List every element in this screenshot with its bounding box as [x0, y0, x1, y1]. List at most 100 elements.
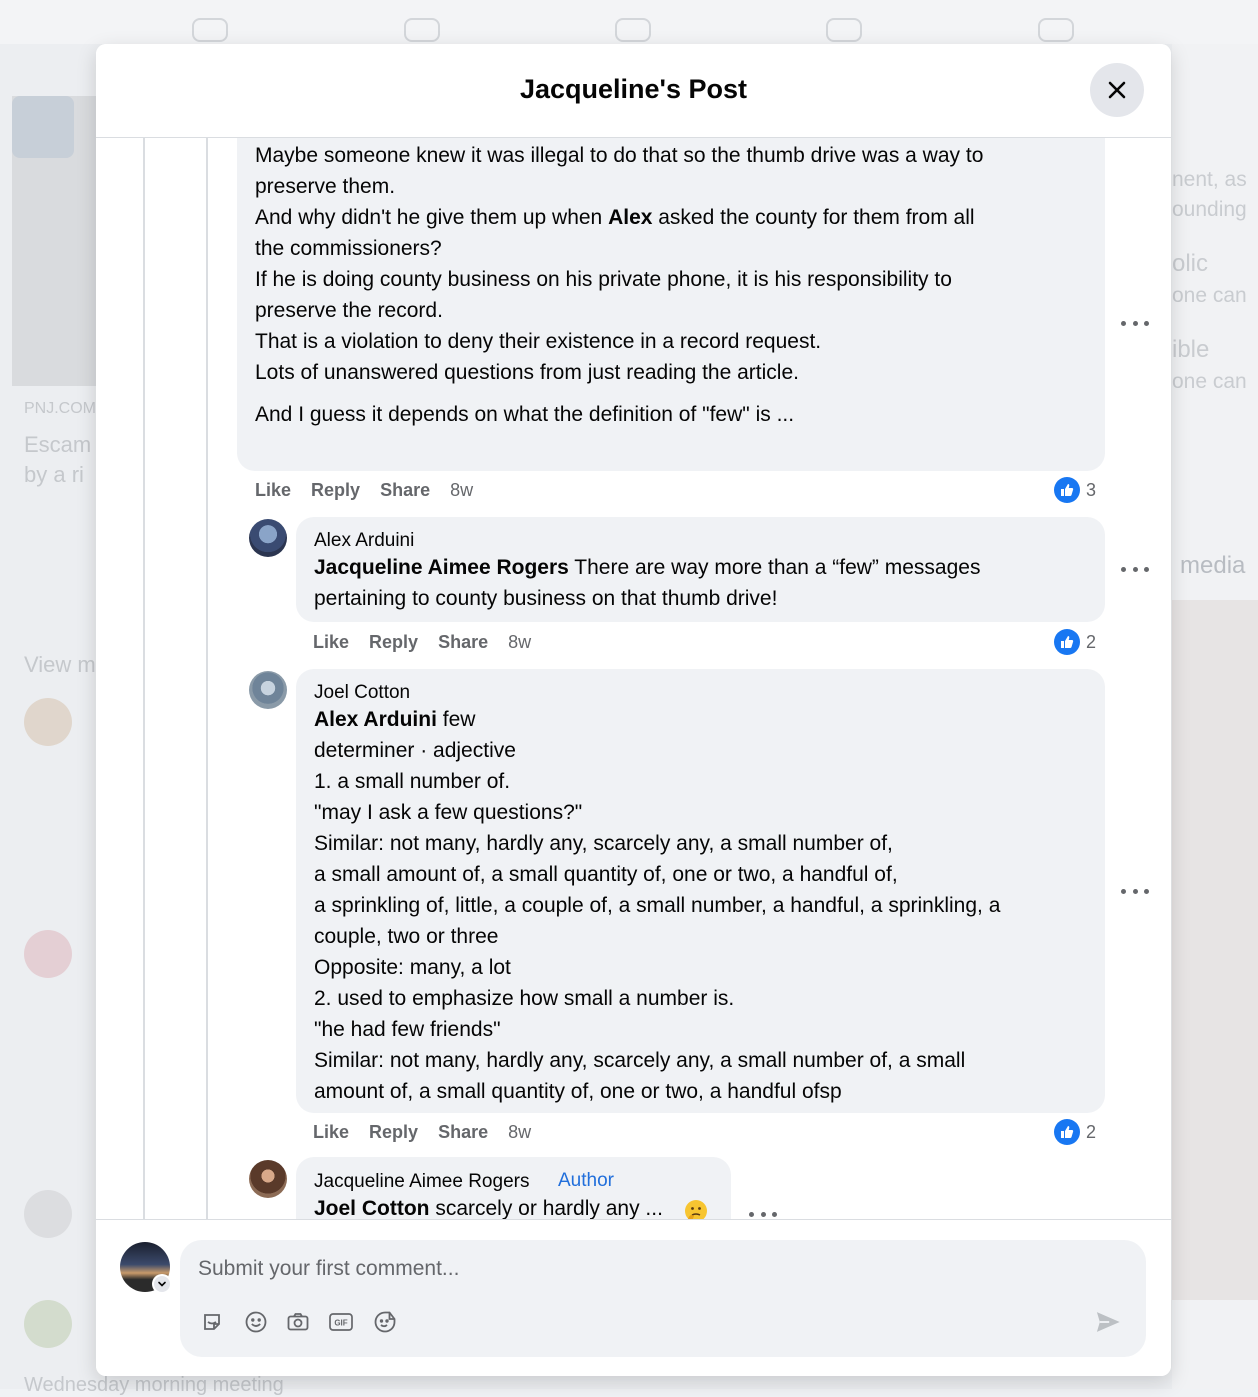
comment-text-line: 2. used to emphasize how small a number … [314, 987, 735, 1010]
comment-author[interactable]: Joel Cotton [314, 682, 410, 704]
background-text: PNJ.COM [24, 400, 96, 417]
comment-bubble: Alex Arduini Jacqueline Aimee Rogers The… [296, 517, 1105, 622]
comment-bubble: Jacqueline Aimee Rogers Author Joel Cott… [296, 1157, 731, 1219]
timestamp[interactable]: 8w [508, 1122, 531, 1143]
like-reaction-icon [1054, 1119, 1080, 1145]
timestamp[interactable]: 8w [508, 632, 531, 653]
more-options-icon[interactable] [749, 1208, 777, 1219]
comment-text-line: Joel Cotton scarcely or hardly any ... [314, 1197, 663, 1219]
gaming-icon[interactable] [1038, 18, 1074, 42]
mentioned-name[interactable]: Alex Arduini [314, 708, 437, 731]
reply-action[interactable]: Reply [311, 480, 360, 501]
comment-author[interactable]: Alex Arduini [314, 530, 414, 552]
camera-icon[interactable] [284, 1308, 312, 1336]
comment-text-line: amount of, a small quantity of, one or t… [314, 1080, 842, 1103]
comment-text-line: a sprinkling of, little, a couple of, a … [314, 894, 1001, 917]
background-text: View m [24, 652, 96, 677]
comment-text-line: a small amount of, a small quantity of, … [314, 863, 898, 886]
comment-text-line: Maybe someone knew it was illegal to do … [255, 144, 984, 167]
reaction-count[interactable]: 3 [1054, 477, 1096, 503]
mentioned-name[interactable]: Joel Cotton [314, 1197, 430, 1219]
comment-composer: GIF [96, 1219, 1171, 1376]
background-image [1172, 600, 1258, 1300]
reply-action[interactable]: Reply [369, 632, 418, 653]
mentioned-name[interactable]: Alex [608, 206, 652, 229]
reaction-count[interactable]: 2 [1054, 629, 1096, 655]
reaction-number: 3 [1086, 479, 1097, 500]
background-text: Escam [24, 432, 92, 457]
background-text: ible [1172, 336, 1210, 363]
like-action[interactable]: Like [313, 632, 349, 653]
gif-icon[interactable]: GIF [327, 1308, 355, 1336]
background-text: ounding [1172, 198, 1247, 221]
comment-text-line: Lots of unanswered questions from just r… [255, 361, 799, 384]
more-options-icon[interactable] [1121, 563, 1149, 575]
comment-text-line: pertaining to county business on that th… [314, 587, 778, 610]
comment-text-line: the commissioners? [255, 237, 442, 260]
like-reaction-icon [1054, 477, 1080, 503]
composer-box: GIF [180, 1240, 1146, 1357]
svg-text:GIF: GIF [334, 1319, 347, 1328]
background-text: nent, as [1172, 168, 1247, 191]
avatar[interactable] [249, 519, 287, 557]
timestamp[interactable]: 8w [450, 480, 473, 501]
account-switch-badge[interactable] [152, 1274, 172, 1294]
comment-actions: Like Reply Share 8w [313, 1122, 551, 1143]
avatar-sticker-icon[interactable] [371, 1308, 399, 1336]
comment-actions: Like Reply Share 8w [255, 480, 493, 501]
sticker-icon[interactable] [198, 1308, 226, 1336]
comment-text-line: If he is doing county business on his pr… [255, 268, 952, 291]
comment-input[interactable] [196, 1250, 1080, 1288]
comment-text-line: And I guess it depends on what the defin… [255, 403, 795, 426]
comment-text-line: 1. a small number of. [314, 770, 511, 793]
mentioned-name[interactable]: Jacqueline Aimee Rogers [314, 556, 569, 579]
thread-line [206, 137, 208, 1219]
home-icon[interactable] [192, 18, 228, 42]
reply-action[interactable]: Reply [369, 1122, 418, 1143]
comment-author[interactable]: Jacqueline Aimee Rogers [314, 1171, 529, 1193]
post-dialog: Jacqueline's Post Maybe someone knew it … [96, 44, 1171, 1376]
like-action[interactable]: Like [313, 1122, 349, 1143]
share-action[interactable]: Share [438, 632, 488, 653]
dialog-title: Jacqueline's Post [519, 74, 747, 104]
avatar [24, 1190, 72, 1238]
comment-text-line: Similar: not many, hardly any, scarcely … [314, 832, 893, 855]
friends-icon[interactable] [404, 18, 440, 42]
emoji-icon[interactable] [242, 1308, 270, 1336]
close-button[interactable] [1090, 63, 1144, 117]
share-action[interactable]: Share [438, 1122, 488, 1143]
avatar[interactable] [249, 671, 287, 709]
comment-text-line: Opposite: many, a lot [314, 956, 511, 979]
comments-list[interactable]: Maybe someone knew it was illegal to do … [96, 137, 1171, 1219]
groups-icon[interactable] [826, 18, 862, 42]
like-action[interactable]: Like [255, 480, 291, 501]
background-thumbnail [12, 96, 74, 158]
comment-text-line: determiner · adjective [314, 739, 516, 762]
comment-text-line: preserve them. [255, 175, 396, 198]
comment-text-line: That is a violation to deny their existe… [255, 330, 822, 353]
chevron-down-icon [158, 1281, 166, 1287]
avatar [24, 1300, 72, 1348]
send-icon[interactable] [1094, 1308, 1122, 1336]
comment-text-line: "he had few friends" [314, 1018, 501, 1041]
comment-text-line: And why didn't he give them up when Alex… [255, 206, 975, 229]
comment-text-line: couple, two or three [314, 925, 499, 948]
share-action[interactable]: Share [380, 480, 430, 501]
more-options-icon[interactable] [1121, 885, 1149, 897]
more-options-icon[interactable] [1121, 317, 1149, 329]
background-text: one can [1172, 284, 1247, 307]
reaction-number: 2 [1086, 631, 1097, 652]
like-reaction-icon [1054, 629, 1080, 655]
thinking-emoji-icon [685, 1200, 707, 1219]
thread-line [143, 137, 145, 1219]
comment-bubble: Maybe someone knew it was illegal to do … [237, 137, 1105, 471]
background-text: by a ri [24, 462, 84, 487]
comment-actions: Like Reply Share 8w [313, 632, 551, 653]
video-icon[interactable] [615, 18, 651, 42]
avatar[interactable] [249, 1160, 287, 1198]
dialog-header: Jacqueline's Post [96, 44, 1171, 138]
background-text: one can [1172, 370, 1247, 393]
comment-text-line: "may I ask a few questions?" [314, 801, 583, 824]
top-navigation [0, 0, 1258, 44]
reaction-count[interactable]: 2 [1054, 1119, 1096, 1145]
